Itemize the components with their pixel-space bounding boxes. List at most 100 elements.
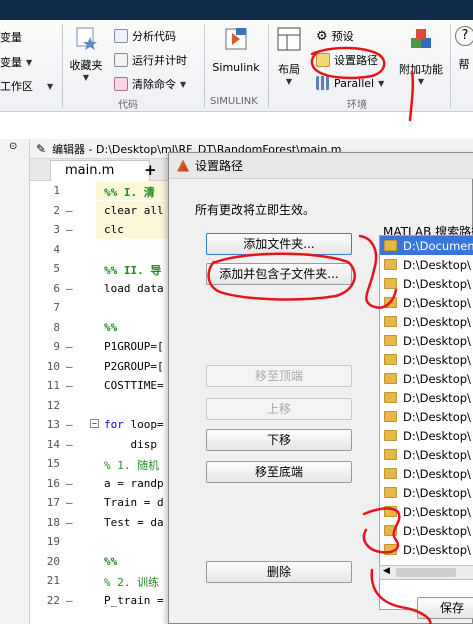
folder-icon (384, 354, 397, 365)
scroll-left-icon[interactable]: ◀ (383, 566, 390, 576)
path-list-item[interactable]: D:\Desktop\ (380, 350, 473, 369)
code-text: %% II. 导 (104, 264, 162, 277)
analyze-icon (114, 29, 128, 43)
layout-button[interactable]: 布局 ▼ (272, 26, 306, 86)
breakpoint-marker[interactable]: – (66, 340, 73, 353)
line-number: 8 (53, 320, 60, 334)
parallel-button[interactable]: Parallel ▼ (316, 76, 384, 90)
path-list-item[interactable]: D:\Desktop\ (380, 388, 473, 407)
path-list-item[interactable]: D:\Desktop\ (380, 540, 473, 559)
breakpoint-marker[interactable]: – (66, 223, 73, 236)
path-list-item[interactable]: D:\Desktop\ (380, 426, 473, 445)
breakpoint-marker[interactable]: – (66, 360, 73, 373)
simulink-icon (225, 28, 247, 50)
new-tab-button[interactable]: + (144, 161, 157, 179)
path-list-item[interactable]: D:\Desktop\ (380, 312, 473, 331)
breakpoint-marker[interactable]: – (66, 379, 73, 392)
folder-icon (384, 487, 397, 498)
breakpoint-marker[interactable]: – (66, 594, 73, 607)
move-to-top-button[interactable]: 移至顶端 (206, 365, 352, 387)
run-and-time-button[interactable]: 运行并计时 (114, 52, 187, 68)
path-text: D:\Desktop\ (403, 390, 471, 405)
code-text: clear all (104, 203, 164, 217)
fold-toggle-icon[interactable]: − (90, 419, 99, 428)
breakpoint-marker[interactable]: – (66, 282, 73, 295)
simulink-button[interactable]: Simulink (208, 26, 264, 74)
line-number: 4 (53, 242, 60, 256)
tab-main-m[interactable]: main.m (50, 160, 150, 181)
preferences-button[interactable]: ⚙ 预设 (316, 28, 354, 44)
path-list-item[interactable]: D:\Desktop\ (380, 331, 473, 350)
path-text: D:\Desktop\ (403, 257, 471, 272)
search-path-list[interactable]: D:\Documen D:\Desktop\ D:\Desktop\ D:\Deskt… (379, 235, 473, 610)
chevron-down-icon: ▼ (378, 78, 385, 88)
add-ons-button[interactable]: 附加功能 ▼ (396, 26, 446, 86)
line-number: 10 (46, 359, 60, 373)
tab-label: main.m (65, 163, 115, 178)
add-folder-button[interactable]: 添加文件夹... (206, 233, 352, 255)
line-number: 16 (46, 476, 60, 490)
ribbon-item-workspace[interactable]: 工作区 ▼ (0, 78, 53, 94)
set-path-button[interactable]: 设置路径 (316, 52, 378, 68)
code-text: load data (104, 281, 164, 295)
chevron-down-icon[interactable]: ⊙ (9, 141, 17, 152)
path-list-item[interactable]: D:\Desktop\ (380, 407, 473, 426)
folder-icon (384, 449, 397, 460)
dialog-title: 设置路径 (195, 159, 244, 173)
help-label: 帮 (458, 58, 470, 71)
set-path-label: 设置路径 (334, 54, 378, 67)
ribbon-item-variable-1[interactable]: 变量 (0, 29, 22, 45)
path-list-item[interactable]: D:\Desktop\ (380, 483, 473, 502)
remove-button[interactable]: 删除 (206, 561, 352, 583)
matlab-icon (177, 159, 189, 172)
path-list-item[interactable]: D:\Desktop\ (380, 255, 473, 274)
folder-icon (316, 53, 330, 67)
folder-icon (384, 373, 397, 384)
path-list-item[interactable]: D:\Desktop\ (380, 445, 473, 464)
breakpoint-marker[interactable]: – (66, 516, 73, 529)
breakpoint-marker[interactable]: – (66, 477, 73, 490)
help-button[interactable]: ? 帮 (455, 26, 473, 72)
chevron-down-icon: ▼ (26, 57, 33, 67)
breakpoint-marker[interactable]: – (66, 496, 73, 509)
scrollbar-thumb[interactable] (396, 568, 456, 577)
path-text: D:\Desktop\ (403, 447, 471, 462)
path-list-item[interactable]: D:\Documen (380, 236, 473, 255)
favorites-icon (76, 27, 97, 50)
simulink-label: Simulink (212, 61, 260, 74)
code-text: % 1. 随机 (104, 459, 160, 472)
save-button[interactable]: 保存 (417, 597, 473, 619)
code-text: Test = da (104, 515, 164, 529)
set-path-dialog: 设置路径 所有更改将立即生效。 MATLAB 搜索路径 添加文件夹... 添加并… (168, 152, 473, 624)
path-list-item[interactable]: D:\Desktop\ (380, 521, 473, 540)
group-label-code: 代码 (118, 100, 138, 111)
preferences-label: 预设 (331, 30, 354, 43)
path-list-horizontal-scrollbar[interactable]: ◀ (379, 565, 473, 580)
folder-icon (384, 411, 397, 422)
ribbon-item-variable-2[interactable]: 变量 ▼ (0, 54, 32, 70)
breakpoint-marker[interactable]: – (66, 438, 73, 451)
move-to-bottom-button[interactable]: 移至底端 (206, 461, 352, 483)
breakpoint-marker[interactable]: – (66, 418, 73, 431)
clear-commands-button[interactable]: 清除命令 ▼ (114, 76, 186, 92)
breakpoint-marker[interactable]: – (66, 204, 73, 217)
favorites-label: 收藏夹 (69, 59, 103, 72)
move-down-button[interactable]: 下移 (206, 429, 352, 451)
layout-icon (277, 27, 301, 51)
line-number: 22 (46, 593, 60, 607)
path-list-item[interactable]: D:\Desktop\ (380, 369, 473, 388)
line-number: 21 (46, 574, 60, 587)
path-list-item[interactable]: D:\Desktop\ (380, 502, 473, 521)
analyze-code-button[interactable]: 分析代码 (114, 28, 176, 44)
path-list-item[interactable]: D:\Desktop\ (380, 293, 473, 312)
add-with-subfolders-button[interactable]: 添加并包含子文件夹... (206, 263, 352, 285)
line-number: 17 (46, 496, 60, 509)
move-up-button[interactable]: 上移 (206, 398, 352, 420)
dialog-title-bar: 设置路径 (169, 153, 473, 179)
path-list-item[interactable]: D:\Desktop\ (380, 464, 473, 483)
folder-icon (384, 278, 397, 289)
path-list-item[interactable]: D:\Desktop\ (380, 274, 473, 293)
favorites-button[interactable]: 收藏夹 ▼ (66, 24, 106, 82)
line-number: 2 (53, 203, 60, 217)
help-icon: ? (455, 26, 473, 46)
